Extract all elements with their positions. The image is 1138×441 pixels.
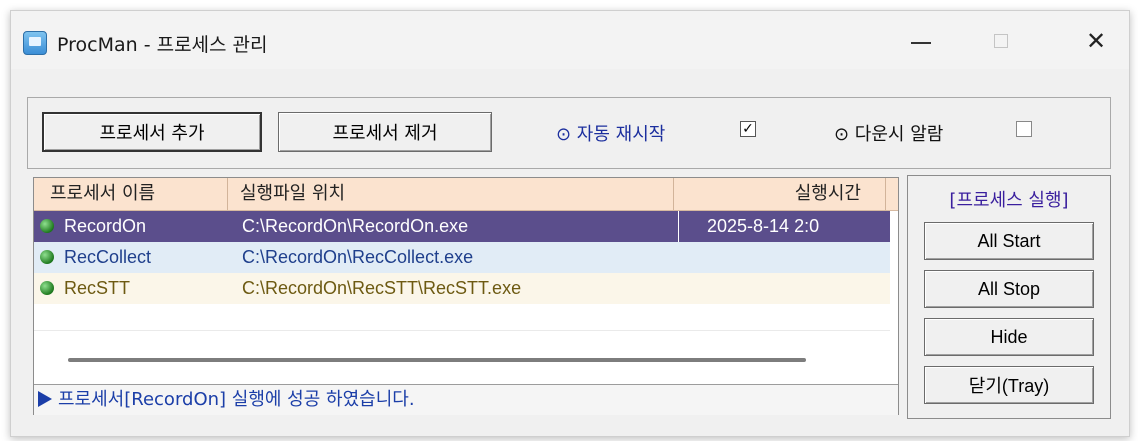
process-path-cell: C:\RecordOn\RecordOn.exe (242, 216, 469, 236)
hide-button[interactable]: Hide (924, 318, 1094, 356)
auto-restart-label: ⊙ 자동 재시작 (556, 124, 666, 145)
close-to-tray-button[interactable]: 닫기(Tray) (924, 366, 1094, 404)
down-alarm-label: ⊙ 다운시 알람 (834, 124, 944, 145)
title-bar[interactable]: ProcMan - 프로세스 관리 ✕ (11, 11, 1129, 69)
all-stop-button[interactable]: All Stop (924, 270, 1094, 308)
list-header: 프로세서 이름 실행파일 위치 실행시간 (34, 178, 898, 211)
table-row[interactable]: RecSTT C:\RecordOn\RecSTT\RecSTT.exe (34, 273, 890, 304)
column-header-path[interactable]: 실행파일 위치 (228, 178, 674, 210)
all-start-button[interactable]: All Start (924, 222, 1094, 260)
process-path-cell: C:\RecordOn\RecCollect.exe (242, 247, 474, 267)
column-header-time[interactable]: 실행시간 (674, 178, 886, 210)
status-bar: 프로세서[RecordOn] 실행에 성공 하였습니다. (34, 384, 898, 415)
minimize-icon (911, 42, 931, 44)
maximize-button[interactable] (971, 21, 1031, 61)
close-button[interactable]: ✕ (1066, 21, 1126, 61)
status-message: 프로세서[RecordOn] 실행에 성공 하였습니다. (58, 389, 415, 410)
add-process-button[interactable]: 프로세서 추가 (42, 112, 262, 152)
process-name-cell: RecSTT (64, 278, 131, 298)
green-dot-icon (40, 219, 54, 233)
play-arrow-icon (38, 391, 52, 407)
control-panel-title: [프로세스 실행] (949, 190, 1069, 211)
auto-restart-checkbox[interactable]: ✓ (740, 121, 756, 137)
table-row[interactable]: RecordOn C:\RecordOn\RecordOn.exe 2025-8… (34, 211, 890, 242)
process-time-cell: 2025-8-14 2:0 (678, 211, 886, 242)
green-dot-icon (40, 281, 54, 295)
minimize-button[interactable] (891, 21, 951, 61)
empty-row (34, 304, 890, 331)
green-dot-icon (40, 250, 54, 264)
horizontal-scrollbar[interactable] (68, 358, 806, 362)
checkmark-icon: ✓ (742, 121, 754, 137)
remove-process-button[interactable]: 프로세서 제거 (278, 112, 492, 152)
table-row[interactable]: RecCollect C:\RecordOn\RecCollect.exe (34, 242, 890, 273)
process-path-cell: C:\RecordOn\RecSTT\RecSTT.exe (242, 278, 522, 298)
process-list: 프로세서 이름 실행파일 위치 실행시간 RecordOn C:\RecordO… (33, 177, 899, 415)
down-alarm-checkbox[interactable] (1016, 121, 1032, 137)
close-icon: ✕ (1085, 27, 1107, 55)
process-control-panel: [프로세스 실행] All Start All Stop Hide 닫기(Tra… (907, 175, 1111, 419)
toolbar-panel: 프로세서 추가 프로세서 제거 ⊙ 자동 재시작 ✓ ⊙ 다운시 알람 (27, 97, 1111, 169)
process-name-cell: RecordOn (64, 216, 147, 236)
app-icon (23, 31, 47, 55)
procman-window: ProcMan - 프로세스 관리 ✕ 프로세서 추가 프로세서 제거 ⊙ 자동… (10, 10, 1130, 437)
window-title: ProcMan - 프로세스 관리 (57, 34, 268, 56)
maximize-icon (994, 34, 1008, 48)
process-name-cell: RecCollect (64, 247, 152, 267)
column-header-name[interactable]: 프로세서 이름 (34, 178, 228, 210)
